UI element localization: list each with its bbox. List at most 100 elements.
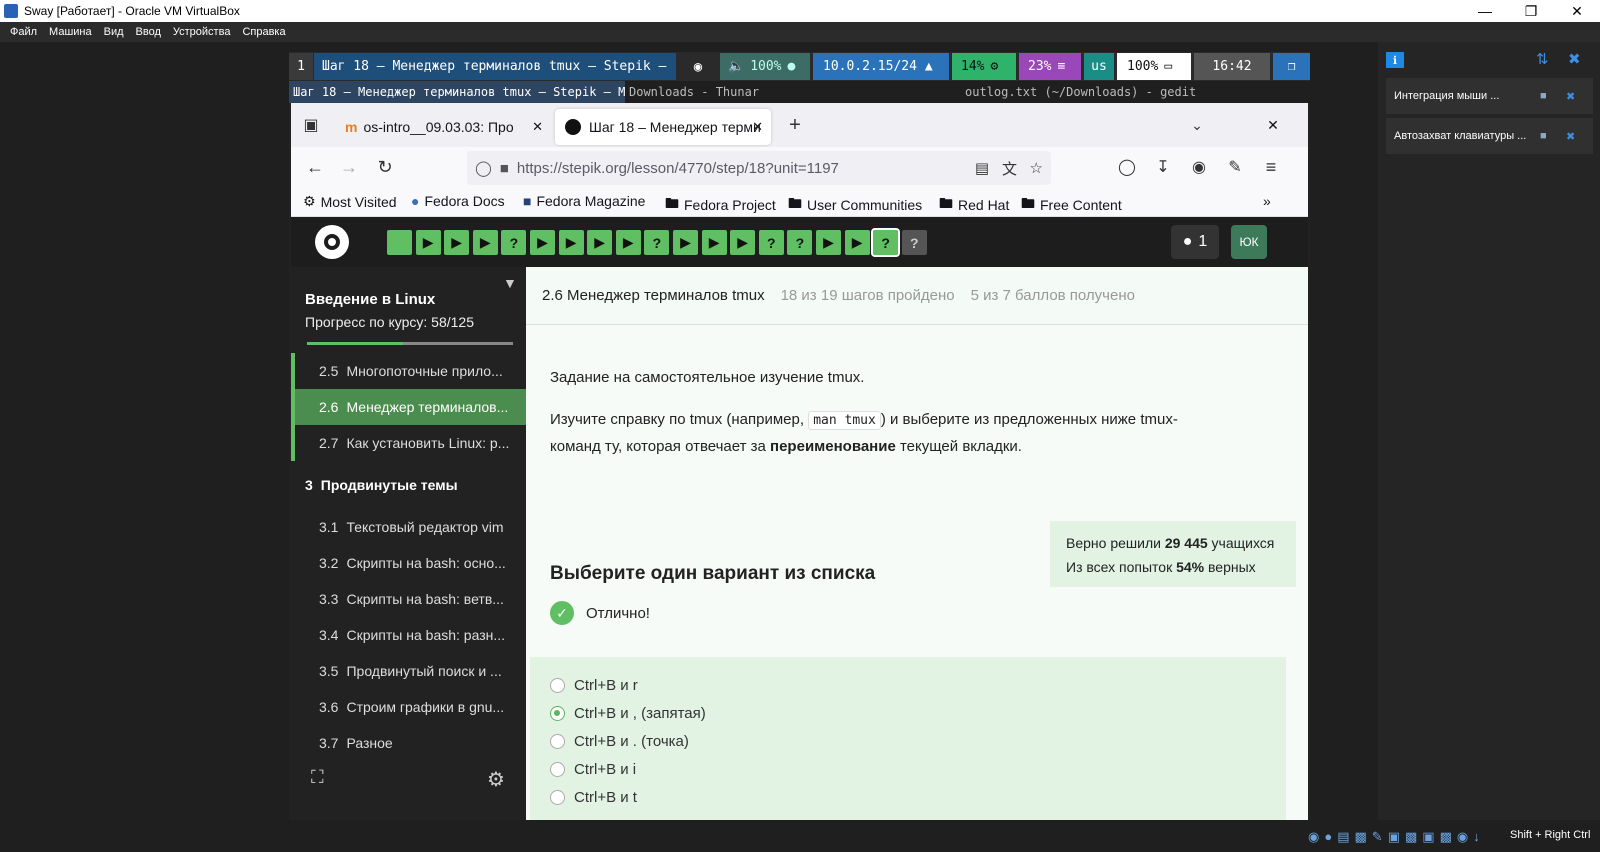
- notification-close-icon[interactable]: ✖: [1566, 90, 1575, 103]
- step-4-button[interactable]: ▶: [472, 230, 498, 255]
- bookmark-fedora-magazine[interactable]: ■ Fedora Magazine: [523, 193, 645, 209]
- step-6-button[interactable]: ▶: [530, 230, 555, 255]
- menu-icon[interactable]: ≡: [1261, 157, 1281, 177]
- back-icon[interactable]: ←: [305, 157, 325, 177]
- sidebar-item[interactable]: 3.5 Продвинутый поиск и ...: [291, 653, 526, 689]
- step-9-button[interactable]: ▶: [615, 230, 641, 255]
- step-11-button[interactable]: ▶: [673, 230, 698, 255]
- keyboard-status-icon[interactable]: ↓: [1473, 829, 1480, 845]
- option-4[interactable]: Ctrl+B и i: [550, 761, 636, 778]
- bookmark-fedora-project[interactable]: 🖿 Fedora Project: [665, 193, 776, 217]
- mouse-status-icon[interactable]: ◉: [1457, 829, 1468, 845]
- step-8-button[interactable]: ▶: [587, 230, 613, 255]
- tab-close-icon[interactable]: ✕: [532, 119, 543, 135]
- bookmark-star-icon[interactable]: ☆: [1030, 159, 1043, 177]
- reader-view-icon[interactable]: ▤: [975, 159, 989, 177]
- reload-icon[interactable]: ↻: [375, 157, 395, 177]
- menu-machine[interactable]: Машина: [49, 26, 92, 38]
- step-19-button[interactable]: ?: [901, 230, 927, 255]
- step-17-button[interactable]: ▶: [844, 230, 870, 255]
- keyboard-layout[interactable]: us: [1084, 53, 1114, 80]
- downloads-icon[interactable]: ↧: [1153, 157, 1173, 177]
- option-1[interactable]: Ctrl+B и r: [550, 677, 638, 694]
- audio-icon[interactable]: ▤: [1337, 829, 1349, 845]
- bookmark-user-communities[interactable]: 🖿 User Communities: [788, 193, 922, 217]
- notification-close-icon[interactable]: ✖: [1566, 130, 1575, 143]
- network-status-icon[interactable]: ▩: [1355, 829, 1367, 845]
- display-icon[interactable]: ▩: [1405, 829, 1417, 845]
- settings-gear-icon[interactable]: ⚙: [487, 767, 505, 792]
- avatar[interactable]: ЮК: [1231, 225, 1267, 259]
- lock-icon[interactable]: ■: [500, 160, 509, 177]
- tab-close-icon[interactable]: ✕: [752, 119, 763, 135]
- close-all-icon[interactable]: ✖: [1568, 50, 1581, 68]
- pin-icon[interactable]: ▼: [503, 275, 517, 291]
- radio-button[interactable]: [550, 678, 565, 693]
- menu-devices[interactable]: Устройства: [173, 26, 231, 38]
- sidebar-item[interactable]: 3.7 Разное: [291, 725, 526, 761]
- bookmark-most-visited[interactable]: ⚙ Most Visited: [303, 193, 397, 210]
- sidebar-item[interactable]: 2.7 Как установить Linux: р...: [291, 425, 526, 461]
- cpu-status-icon[interactable]: ▩: [1440, 829, 1452, 845]
- extensions-icon[interactable]: ✎: [1225, 157, 1245, 177]
- hdd-icon[interactable]: ◉: [1308, 829, 1319, 845]
- notification-keyboard-capture[interactable]: Автозахват клавиатуры ... ■ ✖: [1386, 118, 1593, 154]
- translate-icon[interactable]: 文: [1002, 158, 1017, 179]
- menu-view[interactable]: Вид: [104, 26, 124, 38]
- menu-help[interactable]: Справка: [242, 26, 285, 38]
- memory-indicator[interactable]: 23% ≡: [1019, 53, 1081, 80]
- maximize-icon[interactable]: ❐: [1508, 0, 1554, 22]
- battery-indicator[interactable]: 100% ▭: [1117, 53, 1191, 80]
- shared-folder-icon[interactable]: ▣: [1388, 829, 1400, 845]
- bookmark-red-hat[interactable]: 🖿 Red Hat: [939, 193, 1009, 217]
- notification-mouse-integration[interactable]: Интеграция мыши ... ■ ✖: [1386, 78, 1593, 114]
- chat-icon[interactable]: ■: [1540, 90, 1547, 102]
- url-bar[interactable]: ◯ ■ https://stepik.org/lesson/4770/step/…: [467, 151, 1051, 185]
- pocket-icon[interactable]: ◯: [1117, 157, 1137, 177]
- step-16-button[interactable]: ▶: [816, 230, 841, 255]
- bookmark-free-content[interactable]: 🖿 Free Content: [1021, 193, 1122, 217]
- title-gedit[interactable]: outlog.txt (~/Downloads) - gedit: [961, 81, 1310, 103]
- sidebar-item[interactable]: 3.6 Строим графики в gnu...: [291, 689, 526, 725]
- forward-icon[interactable]: →: [339, 157, 359, 177]
- hidden-eye-icon[interactable]: ◉: [677, 53, 719, 80]
- close-icon[interactable]: ✕: [1554, 0, 1600, 22]
- step-5-button[interactable]: ?: [501, 230, 527, 255]
- title-firefox[interactable]: Шаг 18 – Менеджер терминалов tmux – Step…: [289, 81, 625, 103]
- radio-button[interactable]: [550, 734, 565, 749]
- radio-button[interactable]: [550, 706, 565, 721]
- step-3-button[interactable]: ▶: [444, 230, 470, 255]
- menu-file[interactable]: Файл: [10, 26, 37, 38]
- sidebar-item[interactable]: 3.1 Текстовый редактор vim: [291, 509, 526, 545]
- sidebar-item[interactable]: 3.4 Скрипты на bash: разн...: [291, 617, 526, 653]
- list-tabs-icon[interactable]: ⌄: [1187, 115, 1207, 135]
- sidebar-item[interactable]: 3.3 Скрипты на bash: ветв...: [291, 581, 526, 617]
- new-tab-icon[interactable]: +: [785, 114, 805, 136]
- option-2[interactable]: Ctrl+B и , (запятая): [550, 705, 706, 722]
- optical-icon[interactable]: ●: [1324, 829, 1332, 845]
- stepik-logo[interactable]: [315, 225, 349, 259]
- step-14-button[interactable]: ?: [758, 230, 784, 255]
- volume-indicator[interactable]: 🔈 100% ●: [720, 53, 810, 80]
- step-18-button[interactable]: ?: [871, 228, 901, 257]
- step-2-button[interactable]: ▶: [415, 230, 441, 255]
- course-title[interactable]: Введение в Linux: [305, 291, 435, 308]
- info-icon[interactable]: ℹ: [1386, 52, 1404, 68]
- usb-icon[interactable]: ✎: [1372, 829, 1383, 845]
- window-close-icon[interactable]: ✕: [1263, 115, 1283, 135]
- step-13-button[interactable]: ▶: [730, 230, 756, 255]
- bookmark-fedora-docs[interactable]: ● Fedora Docs: [411, 193, 505, 209]
- chat-icon[interactable]: ■: [1540, 130, 1547, 142]
- sidebar-item[interactable]: 3.2 Скрипты на bash: осно...: [291, 545, 526, 581]
- recording-icon[interactable]: ▣: [1422, 829, 1434, 845]
- step-15-button[interactable]: ?: [787, 230, 813, 255]
- option-5[interactable]: Ctrl+B и t: [550, 789, 637, 806]
- tab-os-intro[interactable]: m os-intro__09.03.03: Про ✕: [335, 109, 549, 145]
- sidebar-section-header[interactable]: 3 Продвинутые темы: [291, 467, 526, 503]
- shield-icon[interactable]: ◯: [475, 159, 492, 177]
- cpu-indicator[interactable]: 14% ⚙: [952, 53, 1016, 80]
- radio-button[interactable]: [550, 762, 565, 777]
- tab-overview-icon[interactable]: ▣: [301, 115, 321, 135]
- minimize-icon[interactable]: —: [1462, 0, 1508, 22]
- sidebar-item[interactable]: 2.5 Многопоточные прило...: [291, 353, 526, 389]
